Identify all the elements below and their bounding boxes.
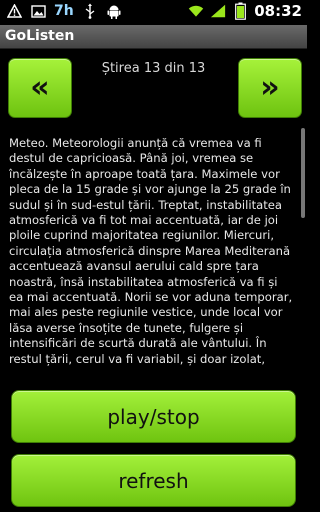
next-label: » (260, 70, 280, 105)
article-scrollbar[interactable] (301, 128, 305, 218)
battery-icon (232, 2, 248, 20)
app-title-bar: GoListen (0, 25, 307, 49)
status-bar: 7h 08:32 (0, 0, 307, 25)
wifi-icon (188, 3, 204, 19)
status-indicator: 7h (54, 3, 74, 19)
article-text[interactable]: Meteo. Meteorologii anunță că vremea va … (9, 136, 294, 366)
clock: 08:32 (254, 2, 302, 20)
news-counter: Știrea 13 din 13 (101, 61, 206, 76)
next-button[interactable]: » (238, 58, 302, 118)
refresh-button[interactable]: refresh (11, 454, 296, 507)
image-icon (30, 3, 46, 19)
android-icon (106, 3, 122, 19)
refresh-label: refresh (118, 468, 189, 493)
play-stop-label: play/stop (107, 404, 200, 429)
previous-label: « (30, 70, 50, 105)
signal-icon (210, 3, 226, 19)
usb-icon (82, 3, 98, 19)
app-title: GoListen (5, 28, 75, 44)
warning-icon (6, 3, 22, 19)
previous-button[interactable]: « (8, 58, 72, 118)
play-stop-button[interactable]: play/stop (11, 390, 296, 443)
